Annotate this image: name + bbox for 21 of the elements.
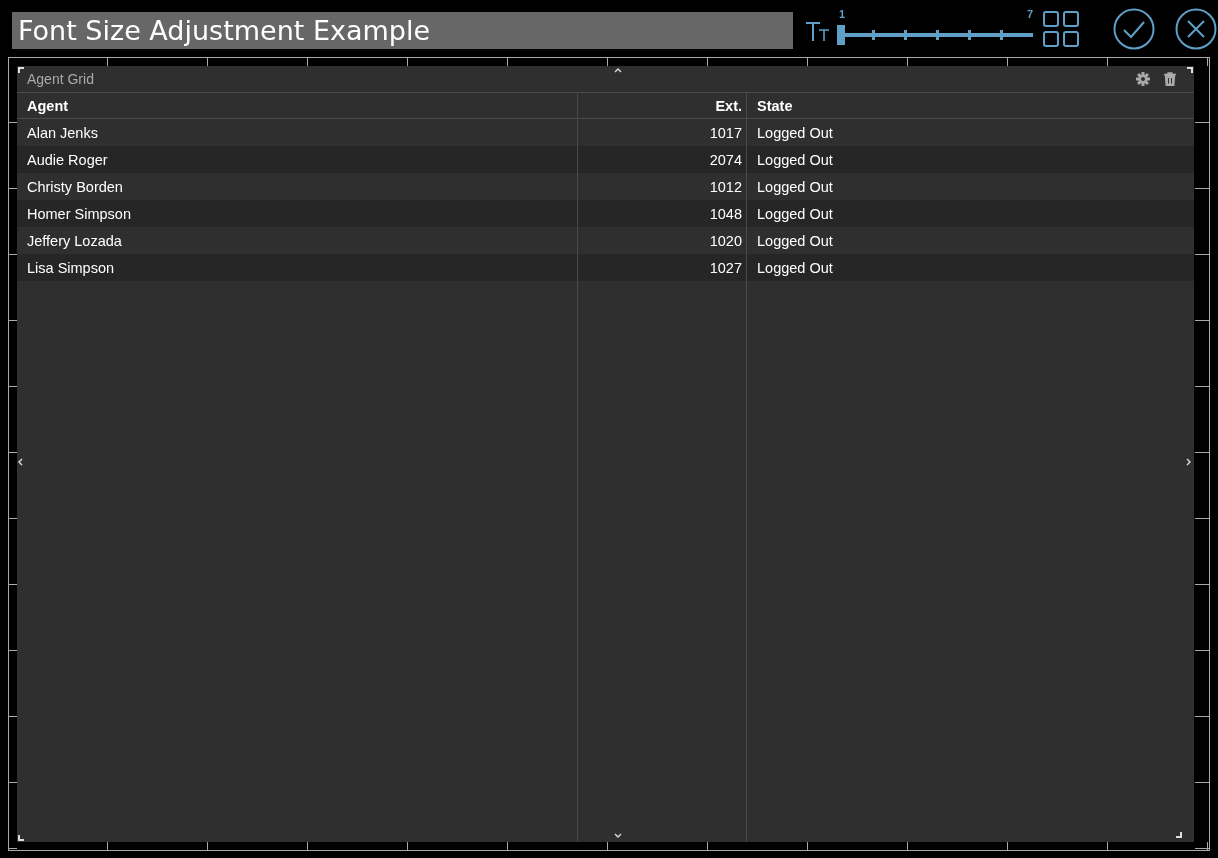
table-cell-text: Logged Out [756, 177, 834, 197]
close-icon[interactable] [1175, 7, 1217, 50]
confirm-icon[interactable] [1113, 7, 1155, 50]
column-header[interactable]: Ext. [578, 93, 747, 118]
settings-icon[interactable] [1136, 72, 1150, 86]
title-input-field[interactable]: Font Size Adjustment Example [12, 11, 793, 49]
chevron-up-icon[interactable] [614, 68, 622, 73]
table-cell-text: Logged Out [756, 123, 834, 143]
panel-title: Agent Grid [27, 71, 95, 87]
table-cell-text: Logged Out [756, 258, 834, 278]
table-cell-text: Logged Out [756, 150, 834, 170]
column-header[interactable]: Agent [17, 93, 578, 118]
table-cell-text: Logged Out [756, 204, 834, 224]
slider-max-label: 7 [1026, 8, 1033, 20]
column-header[interactable]: State [747, 93, 1194, 118]
grid-icon[interactable] [1043, 10, 1079, 47]
trash-icon[interactable] [1164, 72, 1176, 86]
table-cell-text: Logged Out [756, 231, 834, 251]
font-size-icon [805, 19, 831, 42]
slider-thumb[interactable] [837, 24, 845, 45]
slider-min-label: 1 [839, 8, 846, 20]
